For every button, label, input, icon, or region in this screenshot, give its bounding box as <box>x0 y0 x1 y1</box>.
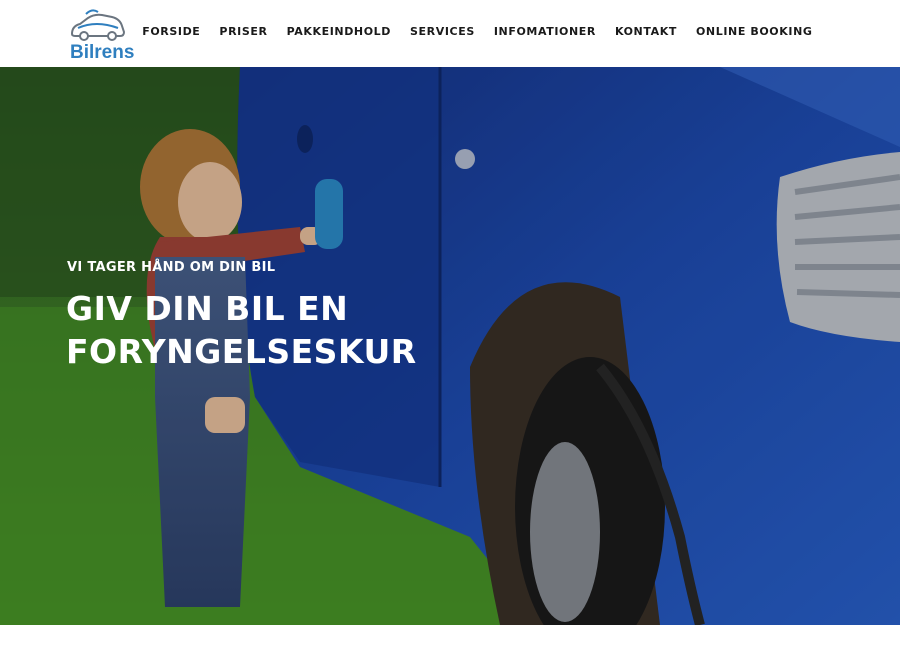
hero-subtitle: VI TAGER HÅND OM DIN BIL <box>67 260 276 275</box>
nav-item-pakkeindhold[interactable]: PAKKEINDHOLD <box>277 24 400 40</box>
nav-item-kontakt[interactable]: KONTAKT <box>605 24 686 40</box>
nav-item-services[interactable]: SERVICES <box>401 24 485 40</box>
car-logo-icon <box>70 9 126 41</box>
nav-item-infomationer[interactable]: INFOMATIONER <box>484 24 605 40</box>
main-nav: FORSIDE PRISER PAKKEINDHOLD SERVICES INF… <box>133 24 822 40</box>
nav-item-forside[interactable]: FORSIDE <box>133 24 210 40</box>
hero-section: VI TAGER HÅND OM DIN BIL GIV DIN BIL EN … <box>0 67 900 625</box>
nav-item-priser[interactable]: PRISER <box>210 24 277 40</box>
logo[interactable]: Bilrens <box>68 6 134 63</box>
site-header: Bilrens FORSIDE PRISER PAKKEINDHOLD SERV… <box>0 0 900 67</box>
hero-title: GIV DIN BIL EN FORYNGELSESKUR <box>66 289 417 371</box>
logo-text: Bilrens <box>70 42 135 63</box>
page-bottom-strip <box>0 625 900 650</box>
nav-item-online-booking[interactable]: ONLINE BOOKING <box>686 24 822 40</box>
